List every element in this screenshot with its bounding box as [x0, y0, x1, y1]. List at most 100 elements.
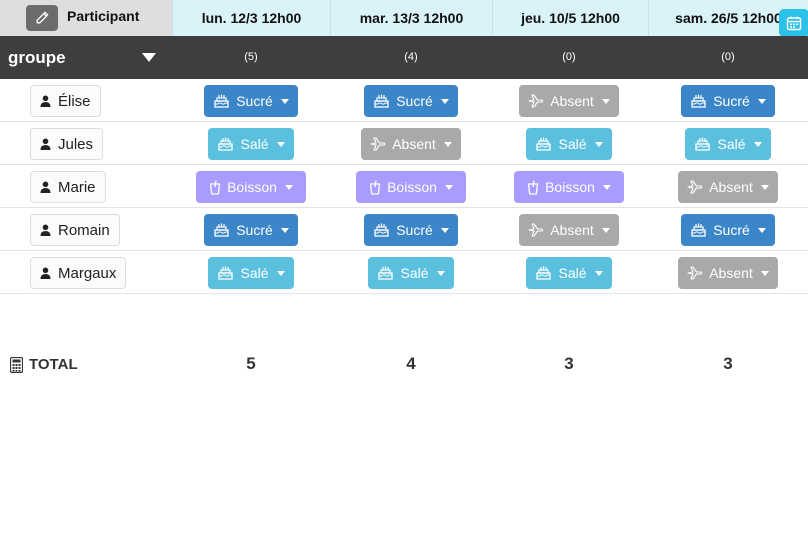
- choice-label: Sucré: [713, 93, 750, 109]
- user-icon: [40, 138, 51, 150]
- caret-down-icon: [753, 141, 762, 147]
- drink-icon: [209, 179, 221, 195]
- calendar-button[interactable]: [779, 9, 808, 37]
- cake-icon: [535, 137, 552, 151]
- caret-down-icon: [440, 227, 449, 233]
- total-value-3: 3: [564, 354, 574, 373]
- participant-name-button[interactable]: Marie: [30, 171, 106, 203]
- calculator-icon: [10, 356, 23, 373]
- caret-down-icon: [443, 141, 452, 147]
- choice-dropdown[interactable]: Salé: [368, 257, 454, 289]
- participant-name: Élise: [58, 92, 91, 110]
- choice-dropdown[interactable]: Sucré: [681, 85, 775, 117]
- choice-label: Salé: [240, 136, 269, 152]
- choice-dropdown[interactable]: Absent: [519, 214, 619, 246]
- airplane-icon: [687, 266, 703, 280]
- choice-dropdown[interactable]: Sucré: [204, 85, 298, 117]
- choice-dropdown[interactable]: Boisson: [514, 171, 624, 203]
- cake-icon: [217, 266, 234, 280]
- choice-dropdown[interactable]: Absent: [678, 257, 778, 289]
- group-count-1: (5): [244, 51, 258, 63]
- airplane-icon: [528, 94, 544, 108]
- choice-label: Salé: [558, 136, 587, 152]
- total-value-4: 3: [723, 354, 733, 373]
- choice-label: Salé: [558, 265, 587, 281]
- caret-down-icon: [594, 141, 603, 147]
- airplane-icon: [687, 180, 703, 194]
- caret-down-icon: [440, 98, 449, 104]
- participant-name-button[interactable]: Romain: [30, 214, 120, 246]
- choice-label: Boisson: [545, 179, 595, 195]
- choice-dropdown[interactable]: Salé: [685, 128, 771, 160]
- caret-down-icon: [284, 184, 293, 190]
- choice-label: Boisson: [387, 179, 437, 195]
- choice-dropdown[interactable]: Boisson: [196, 171, 306, 203]
- group-count-2: (4): [404, 51, 418, 63]
- choice-dropdown[interactable]: Sucré: [364, 85, 458, 117]
- calendar-icon: [786, 16, 802, 31]
- participant-row: Romain Sucré Sucré Absent Sucré: [0, 208, 808, 251]
- date-column-1: lun. 12/3 12h00: [172, 0, 330, 36]
- total-value-1: 5: [246, 354, 256, 373]
- caret-down-icon: [757, 227, 766, 233]
- choice-dropdown[interactable]: Boisson: [356, 171, 466, 203]
- caret-down-icon: [594, 270, 603, 276]
- choice-dropdown[interactable]: Absent: [678, 171, 778, 203]
- cake-icon: [213, 223, 230, 237]
- choice-dropdown[interactable]: Sucré: [204, 214, 298, 246]
- participant-header: Participant: [0, 0, 172, 36]
- cake-icon: [373, 223, 390, 237]
- user-icon: [40, 224, 51, 236]
- cake-icon: [690, 223, 707, 237]
- caret-down-icon: [757, 98, 766, 104]
- cake-icon: [217, 137, 234, 151]
- caret-down-icon: [280, 227, 289, 233]
- choice-dropdown[interactable]: Sucré: [364, 214, 458, 246]
- caret-down-icon: [276, 270, 285, 276]
- total-label-group: TOTAL: [10, 356, 78, 373]
- group-bar: groupe (5) (4) (0) (0): [0, 36, 808, 79]
- caret-down-icon: [276, 141, 285, 147]
- caret-down-icon: [601, 98, 610, 104]
- caret-down-icon: [280, 98, 289, 104]
- airplane-icon: [370, 137, 386, 151]
- header-row: Participant lun. 12/3 12h00 mar. 13/3 12…: [0, 0, 808, 37]
- choice-label: Sucré: [396, 222, 433, 238]
- choice-dropdown[interactable]: Absent: [519, 85, 619, 117]
- participant-row: Margaux Salé Salé Salé Absent: [0, 251, 808, 294]
- choice-label: Absent: [709, 179, 753, 195]
- caret-down-icon: [601, 227, 610, 233]
- choice-dropdown[interactable]: Salé: [208, 257, 294, 289]
- participant-name-button[interactable]: Jules: [30, 128, 104, 160]
- cake-icon: [213, 94, 230, 108]
- choice-label: Sucré: [236, 93, 273, 109]
- caret-down-icon: [760, 270, 769, 276]
- airplane-icon: [528, 223, 544, 237]
- choice-dropdown[interactable]: Salé: [526, 128, 612, 160]
- edit-button[interactable]: [26, 5, 58, 31]
- total-label: TOTAL: [29, 356, 78, 373]
- choice-label: Sucré: [236, 222, 273, 238]
- caret-down-icon[interactable]: [142, 53, 156, 62]
- participant-row: Marie Boisson Boisson Boisson Absent: [0, 165, 808, 208]
- cake-icon: [690, 94, 707, 108]
- choice-label: Sucré: [713, 222, 750, 238]
- participant-name: Romain: [58, 221, 110, 239]
- choice-dropdown[interactable]: Sucré: [681, 214, 775, 246]
- choice-label: Salé: [240, 265, 269, 281]
- caret-down-icon: [444, 184, 453, 190]
- choice-label: Absent: [550, 93, 594, 109]
- participant-name-button[interactable]: Élise: [30, 85, 101, 117]
- group-count-4: (0): [721, 51, 735, 63]
- choice-dropdown[interactable]: Salé: [526, 257, 612, 289]
- choice-dropdown[interactable]: Absent: [361, 128, 461, 160]
- choice-dropdown[interactable]: Salé: [208, 128, 294, 160]
- caret-down-icon: [602, 184, 611, 190]
- drink-icon: [527, 179, 539, 195]
- cake-icon: [377, 266, 394, 280]
- participant-row: Élise Sucré Sucré Absent Sucré: [0, 79, 808, 122]
- participant-name-button[interactable]: Margaux: [30, 257, 127, 289]
- choice-label: Boisson: [227, 179, 277, 195]
- participant-name: Margaux: [58, 264, 117, 282]
- choice-label: Sucré: [396, 93, 433, 109]
